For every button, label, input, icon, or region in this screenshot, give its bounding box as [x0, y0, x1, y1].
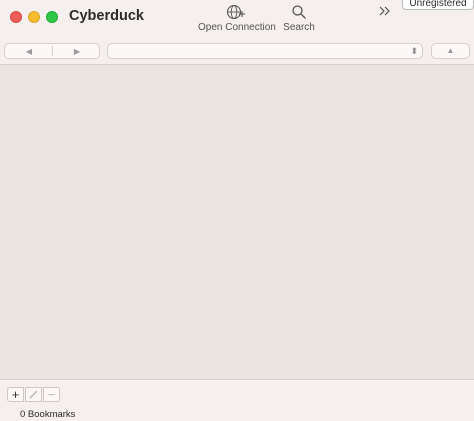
pencil-icon: [29, 390, 38, 399]
window-title: Cyberduck: [69, 8, 144, 24]
search-icon: [292, 5, 306, 19]
bookmark-count-status: 0 Bookmarks: [20, 409, 76, 420]
close-window-button[interactable]: [10, 11, 22, 23]
unregistered-badge[interactable]: Unregistered: [402, 0, 474, 10]
forward-button[interactable]: ▶: [53, 45, 101, 58]
edit-bookmark-button[interactable]: [25, 387, 42, 402]
search-label: Search: [283, 22, 315, 33]
delete-bookmark-button[interactable]: −: [43, 387, 60, 402]
navigation-bar: ◀ ▶ ⬍ ▲: [0, 38, 474, 65]
parent-directory-button[interactable]: ▲: [431, 43, 470, 59]
up-down-chevron-icon: ⬍: [410, 46, 418, 56]
globe-plus-icon: [226, 4, 245, 20]
search-button[interactable]: Search: [281, 4, 317, 33]
chevron-double-right-icon: [379, 6, 390, 16]
maximize-window-button[interactable]: [46, 11, 58, 23]
open-connection-label: Open Connection: [198, 22, 276, 33]
add-bookmark-button[interactable]: +: [7, 387, 24, 402]
title-bar: Cyberduck Open Connection Search Unregis…: [0, 0, 474, 38]
toolbar-overflow-button[interactable]: [378, 4, 392, 22]
path-dropdown[interactable]: ⬍: [107, 43, 423, 59]
back-button[interactable]: ◀: [5, 45, 53, 58]
bottom-bar: + − 0 Bookmarks: [0, 379, 474, 421]
open-connection-button[interactable]: Open Connection: [198, 4, 276, 33]
back-forward-segment: ◀ ▶: [4, 43, 100, 59]
bookmark-list[interactable]: [0, 65, 474, 379]
minimize-window-button[interactable]: [28, 11, 40, 23]
